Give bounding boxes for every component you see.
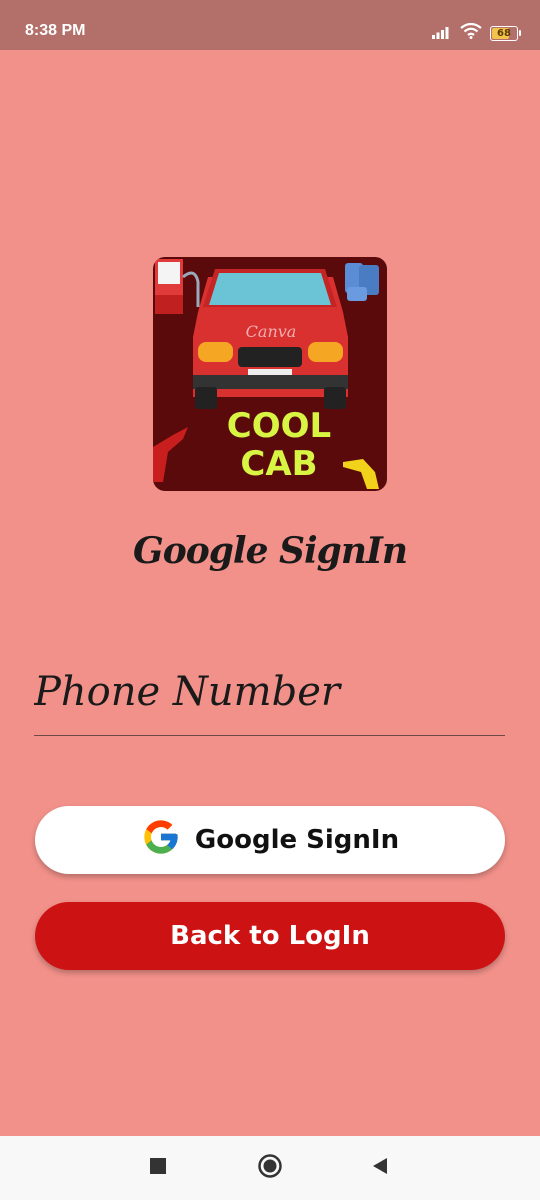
- signal-icon: [432, 24, 452, 43]
- status-icons: 68: [432, 22, 521, 43]
- recents-button[interactable]: [126, 1136, 190, 1200]
- battery-level: 68: [497, 27, 511, 39]
- status-time: 8:38 PM: [25, 22, 86, 39]
- back-nav-button[interactable]: [348, 1136, 412, 1200]
- back-to-login-button[interactable]: Back to LogIn: [35, 902, 505, 970]
- recents-icon: [149, 1157, 167, 1179]
- google-signin-label: Google SignIn: [194, 825, 400, 855]
- home-icon: [257, 1153, 283, 1183]
- phone-number-input[interactable]: [34, 648, 505, 736]
- status-bar: 8:38 PM 68: [0, 0, 540, 50]
- battery-icon: 68: [490, 25, 521, 41]
- logo-line1: COOL: [227, 406, 331, 446]
- logo-line2: CAB: [240, 444, 317, 484]
- wifi-icon: [460, 22, 482, 43]
- page-title: Google SignIn: [132, 530, 408, 572]
- google-icon: [141, 817, 195, 864]
- system-nav-bar: [0, 1136, 540, 1200]
- google-signin-button[interactable]: Google SignIn: [35, 806, 505, 874]
- app-logo: Canva COOL CAB: [153, 257, 387, 491]
- back-icon: [371, 1157, 389, 1179]
- home-button[interactable]: [238, 1136, 302, 1200]
- logo-watermark: Canva: [246, 322, 297, 341]
- back-to-login-label: Back to LogIn: [170, 921, 370, 951]
